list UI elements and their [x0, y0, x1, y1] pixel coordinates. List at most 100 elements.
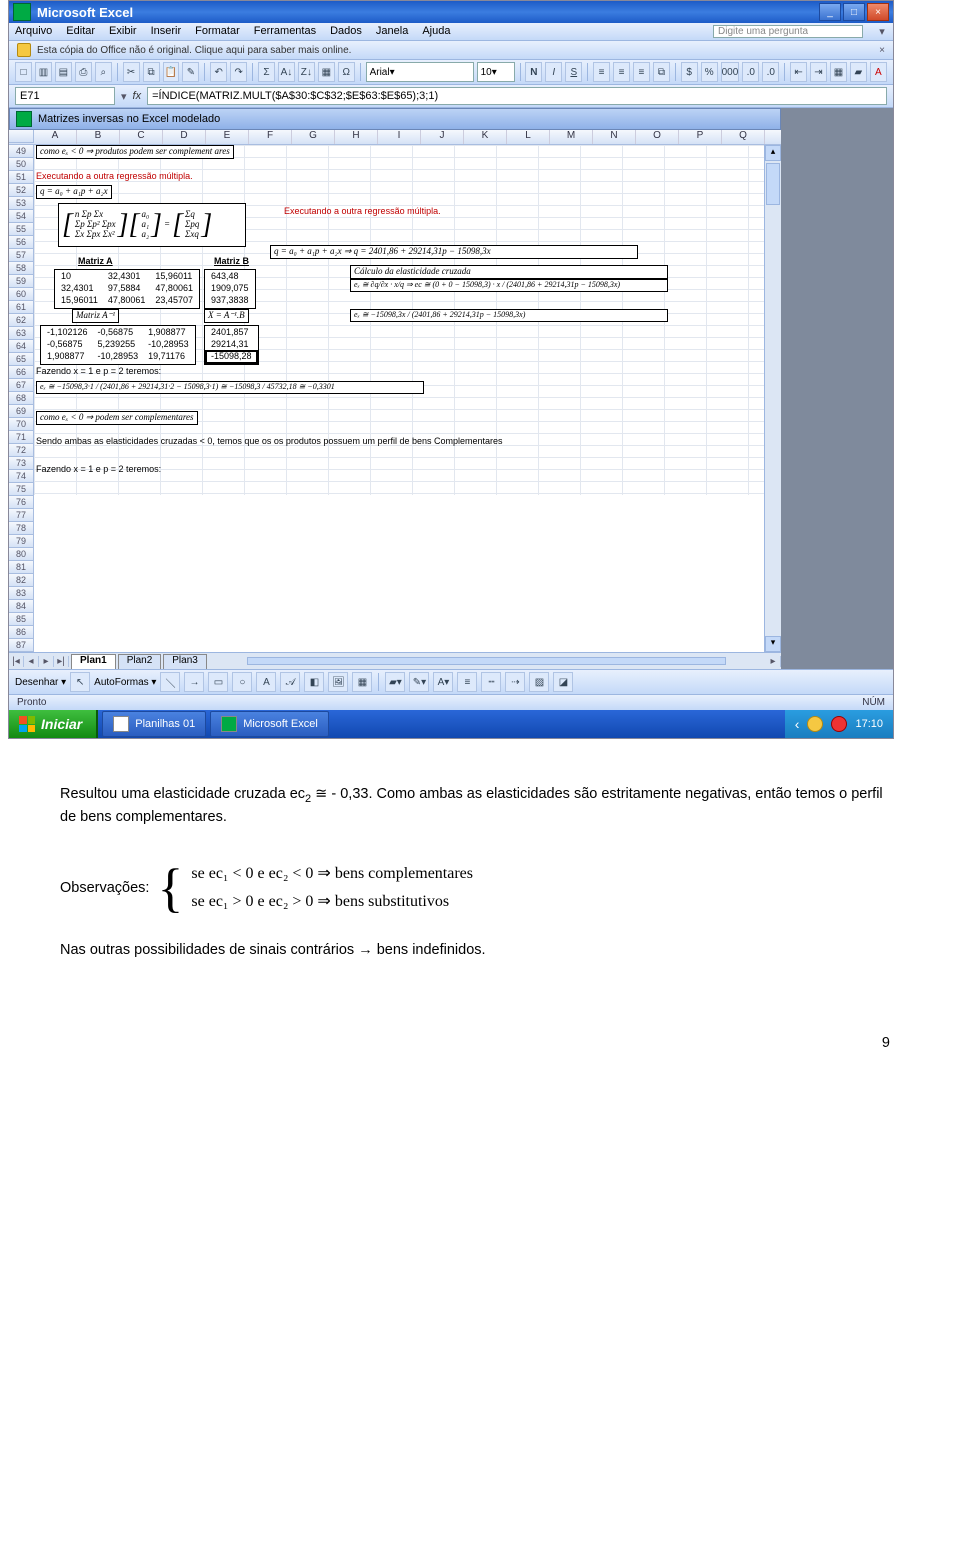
save-icon[interactable]: ▤: [55, 62, 72, 82]
row-72[interactable]: 72: [9, 444, 34, 457]
row-85[interactable]: 85: [9, 613, 34, 626]
tab-plan3[interactable]: Plan3: [163, 654, 207, 669]
arrow-icon[interactable]: →: [184, 672, 204, 692]
taskbar-item-excel[interactable]: Microsoft Excel: [210, 711, 329, 737]
print-icon[interactable]: ⎙: [75, 62, 92, 82]
tab-prev-icon[interactable]: ◂: [24, 656, 39, 667]
line-style-icon[interactable]: ≡: [457, 672, 477, 692]
decimal-dec-icon[interactable]: .0: [762, 62, 779, 82]
row-60[interactable]: 60: [9, 288, 34, 301]
row-66[interactable]: 66: [9, 366, 34, 379]
oval-icon[interactable]: ○: [232, 672, 252, 692]
bold-icon[interactable]: N: [525, 62, 542, 82]
font-color-icon[interactable]: A: [870, 62, 887, 82]
start-button[interactable]: Iniciar: [9, 710, 98, 738]
vertical-scrollbar[interactable]: ▴ ▾: [764, 145, 781, 652]
wordart-icon[interactable]: 𝒜: [280, 672, 300, 692]
autosum-icon[interactable]: Σ: [258, 62, 275, 82]
scroll-thumb[interactable]: [766, 163, 780, 205]
fill-color-icon[interactable]: ▰: [850, 62, 867, 82]
undo-icon[interactable]: ↶: [210, 62, 227, 82]
percent-icon[interactable]: %: [701, 62, 718, 82]
col-F[interactable]: F: [249, 130, 292, 144]
merge-icon[interactable]: ⧉: [653, 62, 670, 82]
row-56[interactable]: 56: [9, 236, 34, 249]
sort-asc-icon[interactable]: A↓: [278, 62, 295, 82]
row-83[interactable]: 83: [9, 587, 34, 600]
row-86[interactable]: 86: [9, 626, 34, 639]
align-left-icon[interactable]: ≡: [593, 62, 610, 82]
open-file-icon[interactable]: ▥: [35, 62, 52, 82]
row-53[interactable]: 53: [9, 197, 34, 210]
row-61[interactable]: 61: [9, 301, 34, 314]
col-G[interactable]: G: [292, 130, 335, 144]
col-N[interactable]: N: [593, 130, 636, 144]
indent-dec-icon[interactable]: ⇤: [790, 62, 807, 82]
col-M[interactable]: M: [550, 130, 593, 144]
currency-icon[interactable]: $: [681, 62, 698, 82]
col-I[interactable]: I: [378, 130, 421, 144]
selected-cell-E71[interactable]: -15098,28: [207, 352, 256, 362]
row-59[interactable]: 59: [9, 275, 34, 288]
line-icon[interactable]: ＼: [160, 672, 180, 692]
tray-alert-icon[interactable]: [831, 716, 847, 732]
maximize-button[interactable]: □: [843, 3, 865, 21]
row-50[interactable]: 50: [9, 158, 34, 171]
sort-desc-icon[interactable]: Z↓: [298, 62, 315, 82]
menu-janela[interactable]: Janela: [376, 25, 408, 38]
picture-icon[interactable]: ▦: [352, 672, 372, 692]
menu-ferramentas[interactable]: Ferramentas: [254, 25, 316, 38]
font-size-dropdown[interactable]: 10 ▾: [477, 62, 515, 82]
copy-icon[interactable]: ⧉: [143, 62, 160, 82]
col-H[interactable]: H: [335, 130, 378, 144]
autoshapes-menu[interactable]: AutoFormas ▾: [94, 677, 156, 688]
row-82[interactable]: 82: [9, 574, 34, 587]
shadow-icon[interactable]: ▨: [529, 672, 549, 692]
horizontal-scrollbar[interactable]: [247, 657, 726, 665]
new-file-icon[interactable]: □: [15, 62, 32, 82]
tab-plan1[interactable]: Plan1: [71, 654, 116, 669]
tab-next-icon[interactable]: ▸: [39, 656, 54, 667]
clipart-icon[interactable]: 🖼: [328, 672, 348, 692]
row-49[interactable]: 49: [9, 145, 34, 158]
row-55[interactable]: 55: [9, 223, 34, 236]
row-64[interactable]: 64: [9, 340, 34, 353]
row-51[interactable]: 51: [9, 171, 34, 184]
row-80[interactable]: 80: [9, 548, 34, 561]
format-painter-icon[interactable]: ✎: [182, 62, 199, 82]
row-81[interactable]: 81: [9, 561, 34, 574]
thousands-icon[interactable]: 000: [721, 62, 740, 82]
paste-icon[interactable]: 📋: [163, 62, 180, 82]
row-57[interactable]: 57: [9, 249, 34, 262]
tab-first-icon[interactable]: |◂: [9, 656, 24, 667]
textbox-icon[interactable]: A: [256, 672, 276, 692]
align-right-icon[interactable]: ≡: [633, 62, 650, 82]
3d-icon[interactable]: ◪: [553, 672, 573, 692]
font-color-icon-2[interactable]: A▾: [433, 672, 453, 692]
genuine-office-infobar[interactable]: Esta cópia do Office não é original. Cli…: [9, 41, 893, 60]
menu-dados[interactable]: Dados: [330, 25, 362, 38]
row-63[interactable]: 63: [9, 327, 34, 340]
cut-icon[interactable]: ✂: [123, 62, 140, 82]
diagram-icon[interactable]: ◧: [304, 672, 324, 692]
col-L[interactable]: L: [507, 130, 550, 144]
underline-icon[interactable]: S: [565, 62, 582, 82]
row-68[interactable]: 68: [9, 392, 34, 405]
menu-editar[interactable]: Editar: [66, 25, 95, 38]
taskbar-item-planilhas[interactable]: Planilhas 01: [102, 711, 206, 737]
col-Q[interactable]: Q: [722, 130, 765, 144]
align-center-icon[interactable]: ≡: [613, 62, 630, 82]
arrow-style-icon[interactable]: ⇢: [505, 672, 525, 692]
col-P[interactable]: P: [679, 130, 722, 144]
menu-ajuda[interactable]: Ajuda: [422, 25, 450, 38]
row-54[interactable]: 54: [9, 210, 34, 223]
row-74[interactable]: 74: [9, 470, 34, 483]
row-84[interactable]: 84: [9, 600, 34, 613]
tray-shield-icon[interactable]: [807, 716, 823, 732]
row-62[interactable]: 62: [9, 314, 34, 327]
menu-arquivo[interactable]: Arquivo: [15, 25, 52, 38]
fill-color-icon-2[interactable]: ▰▾: [385, 672, 405, 692]
row-79[interactable]: 79: [9, 535, 34, 548]
col-J[interactable]: J: [421, 130, 464, 144]
redo-icon[interactable]: ↷: [230, 62, 247, 82]
